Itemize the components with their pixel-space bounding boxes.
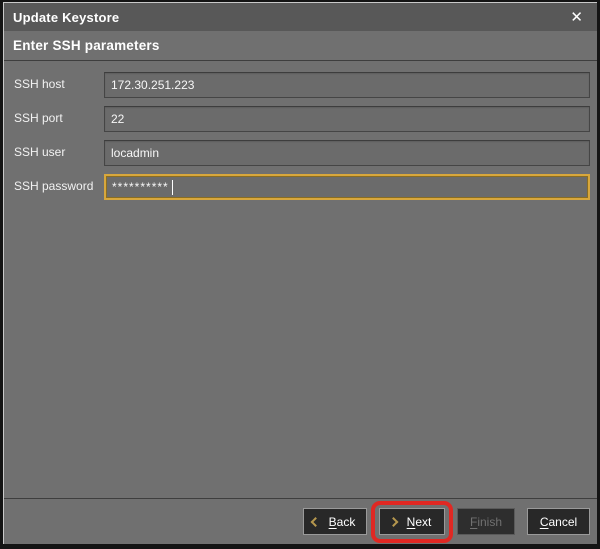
finish-button-label: Finish [470,515,502,529]
ssh-host-label: SSH host [10,72,104,98]
cancel-button-label: Cancel [540,515,577,529]
chevron-right-icon [389,517,399,527]
ssh-user-field-wrap [104,140,590,166]
ssh-user-input[interactable] [104,140,590,166]
back-button-label: Back [329,515,356,529]
back-button[interactable]: Back [303,508,367,535]
form-row-ssh-host: SSH host [10,72,590,98]
ssh-password-input[interactable] [104,174,590,200]
window-title: Update Keystore [13,10,119,25]
form-row-ssh-port: SSH port [10,106,590,132]
wizard-button-bar: Back Next Finish Cancel [4,498,597,544]
ssh-password-label: SSH password [10,174,104,200]
next-button-wrap: Next [379,508,445,535]
ssh-host-input[interactable] [104,72,590,98]
ssh-host-field-wrap [104,72,590,98]
cancel-button[interactable]: Cancel [527,508,590,535]
ssh-parameters-form: SSH host SSH port SSH user SSH password [4,61,597,498]
wizard-step-header: Enter SSH parameters [4,31,597,61]
ssh-port-input[interactable] [104,106,590,132]
ssh-port-field-wrap [104,106,590,132]
form-row-ssh-user: SSH user [10,140,590,166]
form-row-ssh-password: SSH password [10,174,590,200]
titlebar[interactable]: Update Keystore ✕ [4,3,597,31]
dialog-frame: Update Keystore ✕ Enter SSH parameters S… [3,2,597,544]
finish-button[interactable]: Finish [457,508,515,535]
close-icon[interactable]: ✕ [568,8,585,27]
ssh-port-label: SSH port [10,106,104,132]
ssh-password-field-wrap [104,174,590,200]
next-button[interactable]: Next [379,508,445,535]
chevron-left-icon [311,517,321,527]
step-title: Enter SSH parameters [13,38,160,53]
ssh-user-label: SSH user [10,140,104,166]
next-button-label: Next [407,515,432,529]
update-keystore-dialog: Update Keystore ✕ Enter SSH parameters S… [0,0,600,549]
